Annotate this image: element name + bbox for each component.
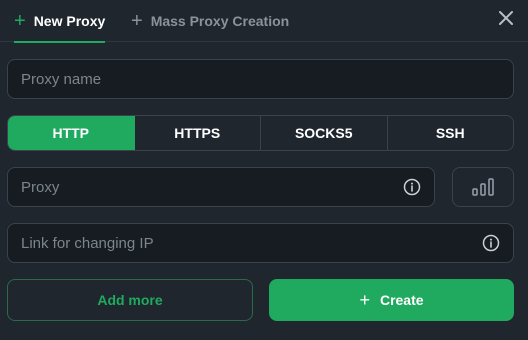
protocol-https-button[interactable]: HTTPS xyxy=(134,116,261,150)
create-button[interactable]: + Create xyxy=(269,279,514,321)
plus-icon: + xyxy=(131,10,143,32)
proxy-input[interactable] xyxy=(21,178,395,196)
proxy-name-field xyxy=(7,59,514,99)
protocol-http-button[interactable]: HTTP xyxy=(8,116,135,150)
check-proxy-button[interactable] xyxy=(452,167,514,207)
tab-new-proxy[interactable]: + New Proxy xyxy=(14,0,106,43)
tab-mass-proxy-creation-label: Mass Proxy Creation xyxy=(150,13,290,29)
protocol-selector: HTTP HTTPS SOCKS5 SSH xyxy=(7,115,514,151)
protocol-ssh-button[interactable]: SSH xyxy=(387,116,513,150)
info-icon[interactable] xyxy=(403,178,421,196)
add-more-button[interactable]: Add more xyxy=(7,279,253,321)
protocol-socks5-button[interactable]: SOCKS5 xyxy=(261,116,388,150)
proxy-tabs: + New Proxy + Mass Proxy Creation xyxy=(0,0,528,43)
plus-icon: + xyxy=(14,10,26,32)
change-ip-link-field xyxy=(7,223,514,263)
change-ip-link-input[interactable] xyxy=(21,234,474,252)
tab-mass-proxy-creation[interactable]: + Mass Proxy Creation xyxy=(131,0,289,42)
create-button-label: Create xyxy=(379,292,424,308)
proxy-name-input[interactable] xyxy=(21,70,500,88)
proxy-field xyxy=(7,167,435,207)
info-icon[interactable] xyxy=(482,234,500,252)
signal-bars-icon xyxy=(472,178,494,196)
plus-icon: + xyxy=(359,290,370,310)
close-icon[interactable] xyxy=(496,8,516,28)
tab-new-proxy-label: New Proxy xyxy=(33,13,106,29)
